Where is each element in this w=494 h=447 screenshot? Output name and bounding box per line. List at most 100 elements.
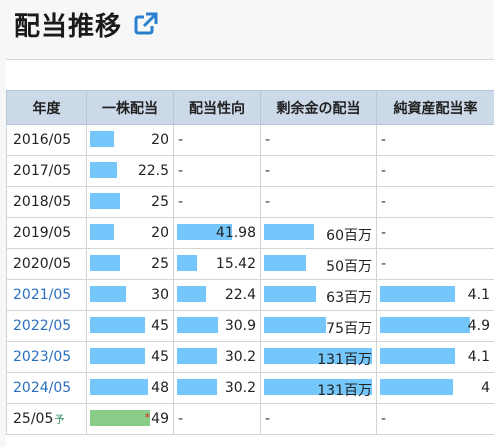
- equity-value: 4.1: [468, 287, 490, 303]
- payout-value: -: [178, 163, 184, 179]
- surplus-value: 63百万: [326, 287, 372, 307]
- year-label: 2019/05: [13, 225, 72, 241]
- surplus-text: 131百万: [317, 352, 372, 368]
- surplus-cell: 75百万: [260, 310, 377, 342]
- table-row: 2017/05 22.5- - -: [6, 155, 494, 187]
- external-link-icon[interactable]: [132, 10, 160, 38]
- payout-cell: 22.4: [173, 279, 261, 311]
- year-cell: 2017/05: [6, 155, 87, 187]
- payout-cell: -: [173, 155, 261, 187]
- table-row: 25/05予 *49- - -: [6, 403, 494, 435]
- dps-cell: 48: [86, 372, 174, 404]
- col-header-equity[interactable]: 純資産配当率: [376, 90, 494, 125]
- payout-value: 30.2: [225, 349, 256, 365]
- col-header-surplus[interactable]: 剰余金の配当: [260, 90, 377, 125]
- payout-cell: 30.2: [173, 341, 261, 373]
- dps-cell: *49: [86, 403, 174, 435]
- dps-bar: [90, 286, 126, 302]
- year-label: 2018/05: [13, 194, 72, 210]
- surplus-text: 60百万: [326, 228, 372, 244]
- payout-value: -: [178, 132, 184, 148]
- equity-value: 4: [481, 380, 490, 396]
- payout-text: 22.4: [224, 287, 256, 303]
- payout-text: 41.98: [215, 225, 256, 241]
- year-label: 2022/05: [13, 318, 72, 334]
- surplus-cell: 131百万: [260, 372, 377, 404]
- surplus-bar: [264, 255, 306, 271]
- year-cell[interactable]: 2024/05: [6, 372, 87, 404]
- payout-cell: 30.9: [173, 310, 261, 342]
- dps-cell: 30: [86, 279, 174, 311]
- surplus-value: 60百万: [326, 225, 372, 245]
- year-cell[interactable]: 2022/05: [6, 310, 87, 342]
- dps-cell: 25: [86, 248, 174, 280]
- payout-bar: [177, 348, 217, 364]
- payout-value: 30.9: [225, 318, 256, 334]
- page-header: 配当推移: [14, 0, 160, 48]
- surplus-value: 131百万: [317, 349, 372, 369]
- year-cell[interactable]: 2021/05: [6, 279, 87, 311]
- surplus-value: -: [265, 411, 271, 427]
- equity-text: 4.9: [467, 318, 490, 334]
- surplus-bar: [264, 286, 316, 302]
- equity-value: -: [381, 163, 387, 179]
- payout-text: 30.2: [224, 349, 256, 365]
- payout-text: 15.42: [215, 256, 256, 272]
- surplus-cell: -: [260, 155, 377, 187]
- dps-text: 45: [151, 349, 169, 365]
- dps-value: 25: [151, 256, 169, 272]
- equity-bar: [380, 286, 455, 302]
- dps-cell: 45: [86, 310, 174, 342]
- col-header-year[interactable]: 年度: [6, 90, 87, 125]
- equity-value: 4.9: [468, 318, 490, 334]
- payout-value: 22.4: [225, 287, 256, 303]
- equity-cell: -: [376, 186, 494, 218]
- dps-bar: [90, 379, 148, 395]
- dps-bar: [90, 224, 114, 240]
- table-row: 2020/05 25 15.42 50百万 -: [6, 248, 494, 280]
- surplus-cell: -: [260, 186, 377, 218]
- equity-cell: 4.1: [376, 341, 494, 373]
- dividend-panel: 年度 一株配当 配当性向 剰余金の配当 純資産配当率 2016/05 20- - -2…: [6, 59, 494, 447]
- equity-cell: -: [376, 155, 494, 187]
- year-cell[interactable]: 2023/05: [6, 341, 87, 373]
- table-row: 2022/05 45 30.9 75百万 4.9: [6, 310, 494, 342]
- equity-bar: [380, 379, 453, 395]
- equity-cell: 4.9: [376, 310, 494, 342]
- year-cell: 2019/05: [6, 217, 87, 249]
- dps-text: 20: [151, 132, 169, 148]
- surplus-value: -: [265, 194, 271, 210]
- dps-value: 30: [151, 287, 169, 303]
- col-header-dps[interactable]: 一株配当: [86, 90, 174, 125]
- equity-value: -: [381, 132, 387, 148]
- equity-text: 4.1: [467, 287, 490, 303]
- equity-cell: -: [376, 217, 494, 249]
- surplus-text: 50百万: [326, 259, 372, 275]
- payout-bar: [177, 379, 217, 395]
- surplus-cell: 63百万: [260, 279, 377, 311]
- page-title: 配当推移: [14, 11, 123, 42]
- dps-bar: [90, 131, 114, 147]
- dps-value: 25: [151, 194, 169, 210]
- dividend-table: 年度 一株配当 配当性向 剰余金の配当 純資産配当率 2016/05 20- - -2…: [6, 90, 494, 435]
- col-header-payout[interactable]: 配当性向: [173, 90, 261, 125]
- equity-value: 4.1: [468, 349, 490, 365]
- year-label: 25/05: [13, 411, 54, 427]
- equity-text: 4: [481, 380, 490, 396]
- payout-value: 15.42: [216, 256, 256, 272]
- surplus-cell: 60百万: [260, 217, 377, 249]
- dps-bar: [90, 255, 120, 271]
- table-row: 2024/05 48 30.2 131百万 4: [6, 372, 494, 404]
- payout-value: -: [178, 411, 184, 427]
- dps-text: 48: [151, 380, 169, 396]
- payout-cell: 15.42: [173, 248, 261, 280]
- table-row: 2018/05 25- - -: [6, 186, 494, 218]
- dps-cell: 45: [86, 341, 174, 373]
- surplus-value: -: [265, 163, 271, 179]
- equity-value: -: [381, 225, 387, 241]
- equity-bar: [380, 317, 470, 333]
- table-row: 2019/05 20 41.98 60百万 -: [6, 217, 494, 249]
- surplus-text: 75百万: [326, 321, 372, 337]
- dps-value: 45: [151, 349, 169, 365]
- forecast-asterisk: *: [144, 411, 151, 424]
